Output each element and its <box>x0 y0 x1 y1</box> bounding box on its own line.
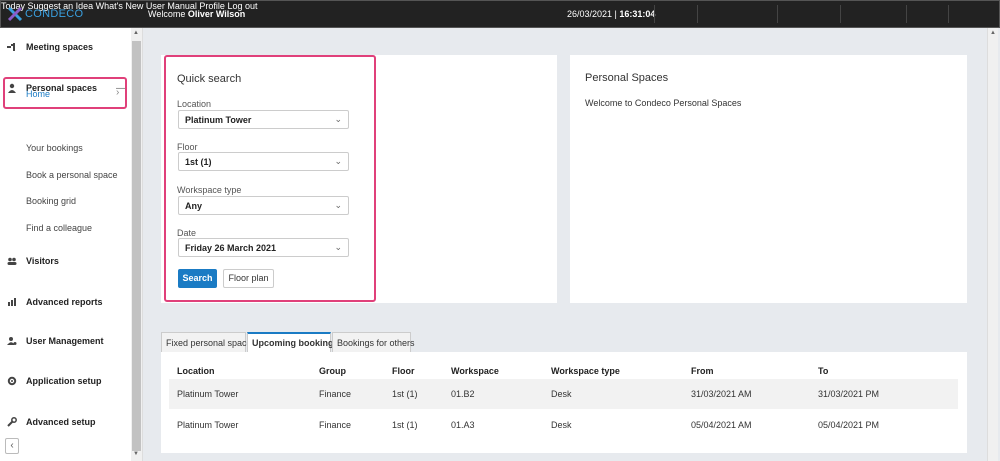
visitors-icon <box>7 256 17 266</box>
chevron-down-icon: ⌄ <box>334 156 342 166</box>
sidebar-item-your-bookings[interactable]: Your bookings <box>26 143 83 153</box>
collapse-sidebar-button[interactable]: ‹ <box>5 438 19 454</box>
floor-select[interactable]: 1st (1) ⌄ <box>178 152 349 171</box>
column-header: Workspace <box>451 366 499 376</box>
chevron-down-icon: ⌄ <box>334 200 342 210</box>
personal-spaces-card <box>570 55 967 303</box>
table-cell: 01.B2 <box>451 389 475 399</box>
table-cell: 31/03/2021 AM <box>691 389 752 399</box>
wrench-icon <box>7 417 17 427</box>
column-header: Workspace type <box>551 366 620 376</box>
sidebar-label: Advanced setup <box>26 417 96 427</box>
table-cell: 1st (1) <box>392 420 418 430</box>
sidebar-item-visitors[interactable]: Visitors <box>0 250 130 272</box>
tab-fixed-personal-space[interactable]: Fixed personal space <box>161 332 252 353</box>
user-gear-icon <box>7 336 17 346</box>
workspace-type-select[interactable]: Any ⌄ <box>178 196 349 215</box>
sidebar-item-booking-grid[interactable]: Booking grid <box>26 196 76 206</box>
sidebar-label: Visitors <box>26 256 59 266</box>
welcome-message: Welcome Oliver Wilson <box>148 9 245 19</box>
chevron-right-icon: › <box>116 87 120 98</box>
workspace-type-value: Any <box>185 201 203 211</box>
location-value: Platinum Tower <box>185 115 252 125</box>
sidebar-item-home[interactable] <box>3 77 127 109</box>
scroll-up-icon[interactable]: ▲ <box>133 30 139 36</box>
column-header: To <box>818 366 829 376</box>
current-time: 16:31:04 <box>619 9 656 19</box>
meeting-spaces-icon <box>7 42 17 52</box>
sidebar-item-meeting-spaces[interactable]: Meeting spaces <box>0 36 130 58</box>
sidebar-item-advanced-setup[interactable]: Advanced setup <box>0 411 130 433</box>
table-cell: Desk <box>551 389 572 399</box>
workspace-type-label: Workspace type <box>177 185 242 195</box>
chevron-down-icon: ⌄ <box>334 114 342 124</box>
table-cell: Finance <box>319 420 352 430</box>
sidebar-label: User Management <box>26 336 104 346</box>
main-scrollbar[interactable]: ▲ <box>987 28 998 461</box>
condeco-logo[interactable]: CONDECO <box>7 6 83 22</box>
table-cell: 01.A3 <box>451 420 475 430</box>
logo-text: CONDECO <box>25 8 84 20</box>
sidebar-item-home-label[interactable]: Home <box>26 89 50 99</box>
sidebar-scrollbar[interactable]: ▲ ▼ <box>131 28 142 461</box>
divider <box>697 5 698 23</box>
table-cell: 05/04/2021 AM <box>691 420 752 430</box>
sidebar-label: Advanced reports <box>26 297 103 307</box>
search-button[interactable]: Search <box>178 269 217 288</box>
chevron-down-icon: ⌄ <box>334 242 342 252</box>
table-cell: Platinum Tower <box>177 389 239 399</box>
sidebar-item-advanced-reports[interactable]: Advanced reports <box>0 291 130 313</box>
table-cell: 05/04/2021 PM <box>818 420 880 430</box>
divider <box>840 5 841 23</box>
column-header: Group <box>319 366 346 376</box>
column-header: From <box>691 366 714 376</box>
sidebar-scroll-thumb[interactable] <box>132 41 141 451</box>
floor-plan-button[interactable]: Floor plan <box>223 269 274 288</box>
current-date: 26/03/2021 <box>567 9 613 19</box>
divider <box>948 5 949 23</box>
table-cell: 31/03/2021 PM <box>818 389 880 399</box>
tab-upcoming-bookings[interactable]: Upcoming bookings <box>247 332 339 353</box>
quick-search-highlight <box>164 55 376 302</box>
sidebar-item-user-management[interactable]: User Management <box>0 330 130 352</box>
date-select[interactable]: Friday 26 March 2021 ⌄ <box>178 238 349 257</box>
column-header: Location <box>177 366 215 376</box>
sidebar-item-book-personal-space[interactable]: Book a personal space <box>26 170 118 180</box>
user-name: Oliver Wilson <box>187 9 246 19</box>
location-select[interactable]: Platinum Tower ⌄ <box>178 110 349 129</box>
scroll-down-icon[interactable]: ▼ <box>133 451 139 457</box>
bar-chart-icon <box>7 297 17 307</box>
sidebar-item-application-setup[interactable]: Application setup <box>0 370 130 392</box>
location-label: Location <box>177 99 212 109</box>
condeco-logo-icon <box>7 6 23 22</box>
scroll-up-icon[interactable]: ▲ <box>990 30 996 36</box>
column-header: Floor <box>392 366 415 376</box>
table-cell: Desk <box>551 420 572 430</box>
nav-whats-new[interactable]: What's New <box>96 1 144 11</box>
quick-search-title: Quick search <box>177 73 242 85</box>
personal-spaces-title: Personal Spaces <box>585 72 669 84</box>
table-cell: Platinum Tower <box>177 420 239 430</box>
sidebar-label: Application setup <box>26 376 102 386</box>
date-label: Date <box>177 228 197 238</box>
floor-label: Floor <box>177 142 198 152</box>
gear-icon <box>7 376 17 386</box>
current-datetime: 26/03/2021 | 16:31:04 <box>567 9 656 19</box>
tab-bookings-for-others[interactable]: Bookings for others <box>332 332 415 353</box>
divider <box>654 5 655 23</box>
welcome-prefix: Welcome <box>148 9 186 19</box>
personal-spaces-welcome: Welcome to Condeco Personal Spaces <box>585 98 742 108</box>
floor-value: 1st (1) <box>185 157 212 167</box>
sidebar-label: Meeting spaces <box>26 42 94 52</box>
divider <box>777 5 778 23</box>
top-bar: CONDECO Welcome Oliver Wilson 26/03/2021… <box>0 0 1000 28</box>
sidebar-item-find-colleague[interactable]: Find a colleague <box>26 223 92 233</box>
table-cell: 1st (1) <box>392 389 418 399</box>
date-value: Friday 26 March 2021 <box>185 243 277 253</box>
divider <box>906 5 907 23</box>
table-cell: Finance <box>319 389 352 399</box>
